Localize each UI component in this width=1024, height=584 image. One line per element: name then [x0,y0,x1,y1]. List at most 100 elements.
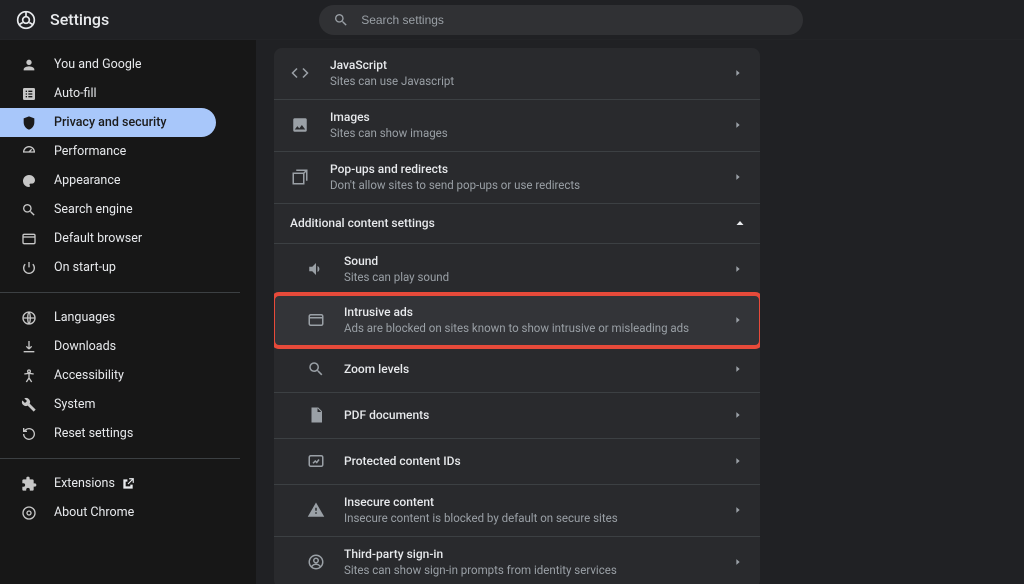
search-input[interactable] [361,13,789,27]
chevron-right-icon [730,117,746,133]
search-icon [20,201,38,219]
additional-settings-header[interactable]: Additional content settings [274,203,760,243]
sidebar-item-downloads[interactable]: Downloads [0,332,216,361]
content-settings-card: JavaScript Sites can use Javascript Imag… [274,48,760,584]
sidebar-item-appearance[interactable]: Appearance [0,166,216,195]
sidebar-item-about[interactable]: About Chrome [0,498,216,527]
sidebar-item-label: Extensions [54,476,115,491]
person-icon [20,56,38,74]
wrench-icon [20,396,38,414]
row-title: Third-party sign-in [344,547,730,561]
sidebar-item-label: Appearance [54,173,121,188]
divider [0,292,240,293]
sidebar-item-label: Search engine [54,202,133,217]
row-popups[interactable]: Pop-ups and redirects Don't allow sites … [274,151,760,203]
chrome-outline-icon [20,504,38,522]
account-circle-icon [306,552,326,572]
pdf-icon [306,405,326,425]
content-area: JavaScript Sites can use Javascript Imag… [256,40,1024,584]
sidebar-item-label: System [54,397,95,412]
sidebar: You and Google Auto-fill Privacy and sec… [0,40,256,584]
row-subtitle: Sites can show images [330,126,730,141]
sidebar-item-label: About Chrome [54,505,134,520]
external-link-icon [121,477,135,491]
row-pdf-documents[interactable]: PDF documents [274,392,760,438]
row-sound[interactable]: Sound Sites can play sound [274,243,760,295]
row-title: Protected content IDs [344,454,730,468]
chevron-right-icon [730,261,746,277]
autofill-icon [20,85,38,103]
globe-icon [20,309,38,327]
chevron-right-icon [730,554,746,570]
power-icon [20,259,38,277]
palette-icon [20,172,38,190]
row-subtitle: Sites can show sign-in prompts from iden… [344,563,730,578]
sidebar-item-languages[interactable]: Languages [0,303,216,332]
row-subtitle: Ads are blocked on sites known to show i… [344,321,730,336]
row-insecure-content[interactable]: Insecure content Insecure content is blo… [274,484,760,536]
sidebar-item-system[interactable]: System [0,390,216,419]
row-subtitle: Sites can play sound [344,270,730,285]
sound-icon [306,259,326,279]
row-title: PDF documents [344,408,730,422]
row-title: Intrusive ads [344,305,730,319]
row-title: Zoom levels [344,362,730,376]
sidebar-item-on-startup[interactable]: On start-up [0,253,216,282]
row-third-party-signin[interactable]: Third-party sign-in Sites can show sign-… [274,536,760,584]
sidebar-item-extensions[interactable]: Extensions [0,469,216,498]
sidebar-item-autofill[interactable]: Auto-fill [0,79,216,108]
sidebar-item-label: Downloads [54,339,116,354]
row-images[interactable]: Images Sites can show images [274,99,760,151]
protected-icon [306,451,326,471]
sidebar-item-label: Auto-fill [54,86,97,101]
row-subtitle: Don't allow sites to send pop-ups or use… [330,178,730,193]
chevron-right-icon [730,65,746,81]
sidebar-item-default-browser[interactable]: Default browser [0,224,216,253]
search-icon [333,12,349,28]
sidebar-item-label: On start-up [54,260,116,275]
sidebar-item-label: Default browser [54,231,142,246]
header: Settings [0,0,1024,40]
sidebar-item-label: Privacy and security [54,115,167,130]
row-intrusive-ads[interactable]: Intrusive ads Ads are blocked on sites k… [274,295,760,346]
speedometer-icon [20,143,38,161]
row-title: Sound [344,254,730,268]
chevron-up-icon [734,217,746,229]
section-title: Additional content settings [290,216,734,230]
image-icon [290,115,310,135]
window-icon [306,310,326,330]
row-title: Images [330,110,730,124]
sidebar-item-label: Reset settings [54,426,133,441]
row-title: Insecure content [344,495,730,509]
row-title: Pop-ups and redirects [330,162,730,176]
sidebar-item-accessibility[interactable]: Accessibility [0,361,216,390]
row-zoom-levels[interactable]: Zoom levels [274,346,760,392]
code-icon [290,63,310,83]
divider [0,458,240,459]
accessibility-icon [20,367,38,385]
row-subtitle: Sites can use Javascript [330,74,730,89]
popup-icon [290,167,310,187]
row-title: JavaScript [330,58,730,72]
search-box[interactable] [319,5,803,35]
row-javascript[interactable]: JavaScript Sites can use Javascript [274,48,760,99]
browser-icon [20,230,38,248]
download-icon [20,338,38,356]
sidebar-item-search-engine[interactable]: Search engine [0,195,216,224]
chevron-right-icon [730,361,746,377]
sidebar-item-performance[interactable]: Performance [0,137,216,166]
sidebar-item-label: Languages [54,310,115,325]
zoom-icon [306,359,326,379]
chevron-right-icon [730,407,746,423]
sidebar-item-label: You and Google [54,57,142,72]
warning-icon [306,500,326,520]
row-subtitle: Insecure content is blocked by default o… [344,511,730,526]
extension-icon [20,475,38,493]
sidebar-item-reset[interactable]: Reset settings [0,419,216,448]
reset-icon [20,425,38,443]
row-protected-content[interactable]: Protected content IDs [274,438,760,484]
sidebar-item-privacy[interactable]: Privacy and security [0,108,216,137]
chevron-right-icon [730,169,746,185]
sidebar-item-you-and-google[interactable]: You and Google [0,50,216,79]
page-title: Settings [50,10,109,29]
